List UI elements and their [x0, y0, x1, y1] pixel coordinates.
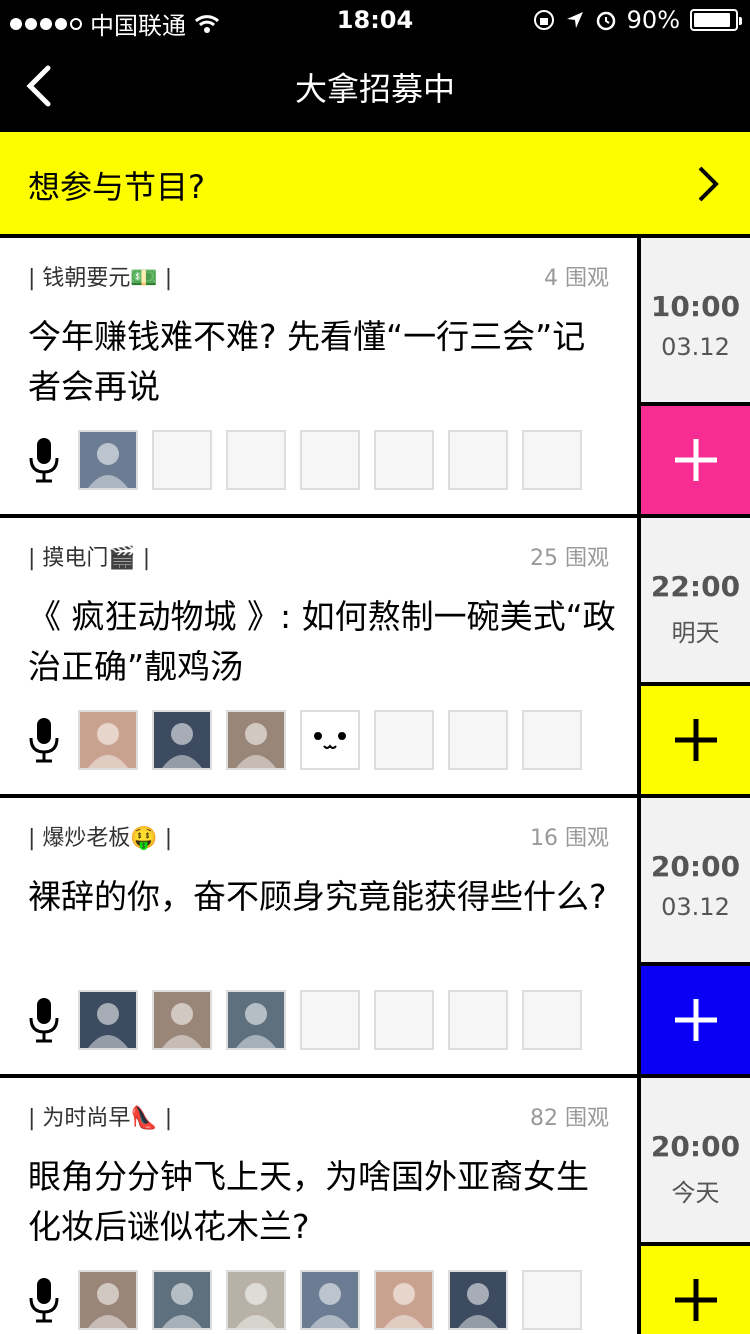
program-title: 《 疯狂动物城 》: 如何熬制一碗美式“政治正确”靓鸡汤 [28, 597, 616, 686]
start-time: 20:00 [650, 850, 741, 883]
start-date: 03.12 [661, 893, 730, 921]
battery-percent: 90% [626, 6, 680, 34]
schedule-box: 20:00 今天 [641, 1078, 750, 1242]
schedule-box: 20:00 03.12 [641, 798, 750, 962]
join-button[interactable] [641, 1246, 750, 1334]
status-right: 90% [533, 6, 742, 34]
schedule-box: 22:00 明天 [641, 518, 750, 682]
participants-row [26, 430, 596, 490]
program-card[interactable]: | 爆炒老板🤑 | 16 围观裸辞的你，奋不顾身究竟能获得些什么? [0, 798, 637, 1074]
participant-avatar[interactable] [522, 710, 582, 770]
program-card[interactable]: | 为时尚早👠 | 82 围观眼角分分钟飞上天，为啥国外亚裔女生化妆后谜似花木兰? [0, 1078, 637, 1334]
view-count: 4 围观 [544, 266, 609, 291]
participant-avatar[interactable] [78, 990, 138, 1050]
program-item[interactable]: | 为时尚早👠 | 82 围观眼角分分钟飞上天，为啥国外亚裔女生化妆后谜似花木兰?… [0, 1074, 750, 1334]
participant-avatar[interactable] [78, 430, 138, 490]
alarm-icon [596, 11, 615, 31]
banner-text: 想参与节目? [28, 168, 205, 206]
participant-avatar[interactable] [374, 1270, 434, 1330]
program-tag: | 爆炒老板🤑 | [28, 826, 173, 851]
chevron-right-icon [698, 166, 719, 202]
participant-avatar[interactable] [300, 1270, 360, 1330]
plus-icon [674, 439, 717, 481]
schedule-column: 10:00 03.12 [641, 238, 750, 514]
program-item[interactable]: | 钱朝要元💵 | 4 围观今年赚钱难不难? 先看懂“一行三会”记者会再说 10:0… [0, 234, 750, 514]
view-count: 25 围观 [530, 546, 609, 571]
view-count: 82 围观 [530, 1106, 609, 1131]
participant-avatar[interactable] [152, 990, 212, 1050]
status-bar: 中国联通 18:04 90% [0, 0, 750, 40]
program-tag: | 钱朝要元💵 | [28, 266, 173, 291]
join-button[interactable] [641, 686, 750, 794]
microphone-icon [29, 1278, 59, 1323]
schedule-column: 20:00 今天 [641, 1078, 750, 1334]
battery-icon [690, 9, 742, 31]
start-time: 22:00 [650, 570, 741, 603]
microphone-icon [29, 998, 59, 1043]
participants-row [26, 990, 596, 1050]
program-card[interactable]: | 摸电门🎬 | 25 围观《 疯狂动物城 》: 如何熬制一碗美式“政治正确”靓鸡… [0, 518, 637, 794]
plus-icon [674, 999, 717, 1041]
plus-icon [674, 719, 717, 761]
participant-avatar[interactable] [374, 710, 434, 770]
participant-avatar[interactable] [448, 1270, 508, 1330]
microphone-icon [29, 438, 59, 483]
schedule-column: 20:00 03.12 [641, 798, 750, 1074]
program-title: 裸辞的你，奋不顾身究竟能获得些什么? [28, 877, 607, 916]
join-banner[interactable]: 想参与节目? [0, 132, 750, 234]
participant-avatar[interactable] [374, 430, 434, 490]
participant-avatar[interactable] [448, 430, 508, 490]
microphone-icon [29, 718, 59, 763]
schedule-column: 22:00 明天 [641, 518, 750, 794]
program-item[interactable]: | 爆炒老板🤑 | 16 围观裸辞的你，奋不顾身究竟能获得些什么? 20:00 03.… [0, 794, 750, 1074]
nav-bar: 大拿招募中 [0, 40, 750, 132]
participant-avatar[interactable] [78, 1270, 138, 1330]
participant-avatar[interactable] [522, 430, 582, 490]
join-button[interactable] [641, 406, 750, 514]
program-tag: | 为时尚早👠 | [28, 1106, 173, 1131]
participant-avatar[interactable] [226, 990, 286, 1050]
participant-avatar[interactable] [448, 710, 508, 770]
start-time: 20:00 [650, 1130, 741, 1163]
program-title: 今年赚钱难不难? 先看懂“一行三会”记者会再说 [28, 317, 586, 406]
start-date: 明天 [671, 619, 720, 647]
participants-row [26, 710, 596, 770]
start-date: 今天 [671, 1179, 720, 1207]
participant-avatar[interactable] [522, 1270, 582, 1330]
orientation-lock-icon [533, 10, 554, 30]
participant-avatar[interactable] [78, 710, 138, 770]
participants-row [26, 1270, 596, 1330]
view-count: 16 围观 [530, 826, 609, 851]
participant-avatar[interactable] [226, 430, 286, 490]
page-title: 大拿招募中 [294, 70, 455, 108]
participant-avatar[interactable] [300, 710, 360, 770]
participant-avatar[interactable] [300, 430, 360, 490]
participant-avatar[interactable] [152, 710, 212, 770]
participant-avatar[interactable] [374, 990, 434, 1050]
plus-icon [674, 1279, 717, 1321]
schedule-box: 10:00 03.12 [641, 238, 750, 402]
participant-avatar[interactable] [448, 990, 508, 1050]
program-tag: | 摸电门🎬 | [28, 546, 151, 571]
participant-avatar[interactable] [300, 990, 360, 1050]
location-icon [566, 12, 583, 28]
program-card[interactable]: | 钱朝要元💵 | 4 围观今年赚钱难不难? 先看懂“一行三会”记者会再说 [0, 238, 637, 514]
program-title: 眼角分分钟飞上天，为啥国外亚裔女生化妆后谜似花木兰? [28, 1157, 589, 1246]
program-item[interactable]: | 摸电门🎬 | 25 围观《 疯狂动物城 》: 如何熬制一碗美式“政治正确”靓鸡… [0, 514, 750, 794]
participant-avatar[interactable] [226, 710, 286, 770]
join-button[interactable] [641, 966, 750, 1074]
start-time: 10:00 [650, 290, 741, 323]
start-date: 03.12 [661, 333, 730, 361]
participant-avatar[interactable] [522, 990, 582, 1050]
participant-avatar[interactable] [226, 1270, 286, 1330]
participant-avatar[interactable] [152, 430, 212, 490]
participant-avatar[interactable] [152, 1270, 212, 1330]
